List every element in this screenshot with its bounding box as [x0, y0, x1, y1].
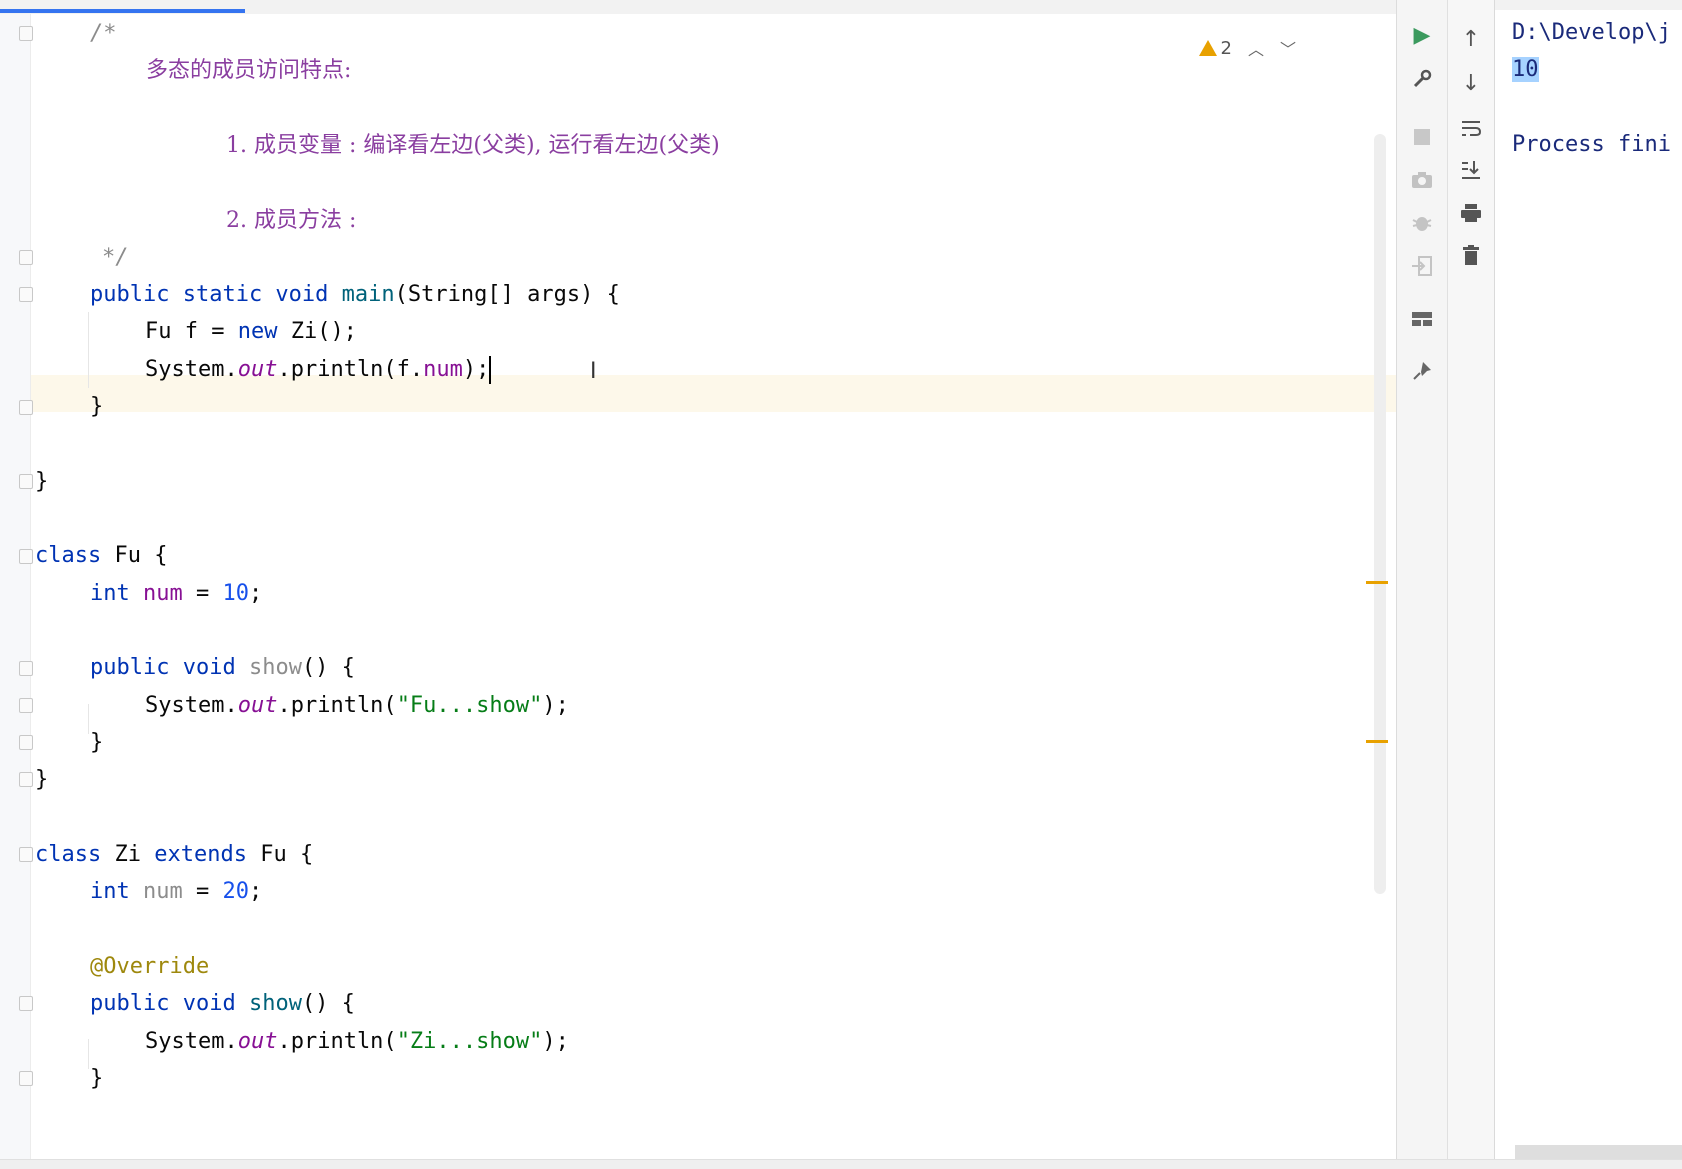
console-output-line: 10: [1512, 52, 1539, 88]
text-cursor: [489, 356, 492, 384]
camera-icon[interactable]: [1409, 167, 1435, 193]
console-command-line: D:\Develop\j: [1512, 20, 1671, 45]
console-header: [1495, 0, 1682, 10]
code-line: }: [90, 394, 104, 419]
code-line: int num = 20;: [90, 879, 263, 904]
code-line: Fu f = new Zi();: [145, 319, 357, 344]
console-output-value: 10: [1512, 57, 1539, 82]
code-line: System.out.println(f.num);: [145, 356, 492, 384]
warning-icon: [1198, 40, 1217, 56]
warning-stripe-marker[interactable]: [1366, 740, 1388, 743]
code-line: 1. 成员变量 : 编译看左边(父类), 运行看左边(父类): [226, 133, 720, 158]
run-toolbar: ▶: [1397, 0, 1448, 1169]
run-console[interactable]: D:\Develop\j 10 Process fini: [1495, 0, 1682, 1169]
code-line: 2. 成员方法 :: [226, 208, 357, 233]
code-line: int num = 10;: [90, 581, 263, 606]
code-line: }: [90, 1066, 104, 1091]
editor-gutter: [0, 14, 31, 1160]
class-fu-declaration: class Fu {: [35, 543, 168, 568]
code-line: public void show() {: [90, 991, 355, 1016]
i-beam-cursor-icon: I: [590, 359, 597, 384]
arrow-up-icon[interactable]: ↑: [1458, 26, 1484, 52]
arrow-down-icon[interactable]: ↓: [1458, 70, 1484, 96]
code-editor[interactable]: /* 多态的成员访问特点: 1. 成员变量 : 编译看左边(父类), 运行看左边…: [0, 14, 1396, 1160]
editor-tab-strip: [0, 0, 1396, 15]
warning-count: 2: [1220, 37, 1232, 59]
warning-indicator[interactable]: 2: [1198, 37, 1232, 59]
code-line: @Override: [90, 954, 210, 979]
inspection-widget[interactable]: 2 ︿ ﹀: [1198, 36, 1296, 60]
layout-icon[interactable]: [1409, 306, 1435, 332]
status-strip: [0, 1159, 1682, 1169]
code-line: */: [102, 245, 129, 270]
scroll-to-end-icon[interactable]: [1458, 157, 1484, 183]
main-method-signature: public static void main(String[] args) {: [90, 282, 620, 307]
print-icon[interactable]: [1458, 200, 1484, 226]
play-icon[interactable]: ▶: [1409, 22, 1435, 48]
code-line: }: [35, 767, 49, 792]
console-toolbar: ↑ ↓: [1448, 0, 1495, 1169]
enter-icon[interactable]: [1409, 253, 1435, 279]
active-tab-indicator: [0, 9, 245, 13]
chevron-down-icon[interactable]: ﹀: [1280, 36, 1296, 60]
chevron-up-icon[interactable]: ︿: [1248, 36, 1264, 60]
code-line: public void show() {: [90, 655, 355, 680]
stop-icon[interactable]: [1409, 124, 1435, 150]
code-line: 多态的成员访问特点:: [146, 58, 352, 83]
bug-icon[interactable]: [1409, 210, 1435, 236]
console-horizontal-scrollbar[interactable]: [1515, 1145, 1682, 1159]
code-line: System.out.println("Fu...show");: [145, 693, 569, 718]
vertical-scrollbar[interactable]: [1374, 134, 1386, 894]
code-lines[interactable]: /* 多态的成员访问特点: 1. 成员变量 : 编译看左边(父类), 运行看左边…: [30, 14, 1396, 1160]
soft-wrap-icon[interactable]: [1458, 115, 1484, 141]
console-process-line: Process fini: [1512, 132, 1671, 157]
code-line: System.out.println("Zi...show");: [145, 1029, 569, 1054]
wrench-icon[interactable]: [1409, 66, 1435, 92]
warning-stripe-marker[interactable]: [1366, 581, 1388, 584]
code-line: /*: [90, 21, 117, 46]
code-line: }: [35, 469, 49, 494]
pin-icon[interactable]: [1409, 358, 1435, 384]
code-line: }: [90, 730, 104, 755]
class-zi-declaration: class Zi extends Fu {: [35, 842, 314, 867]
trash-icon[interactable]: [1458, 242, 1484, 268]
